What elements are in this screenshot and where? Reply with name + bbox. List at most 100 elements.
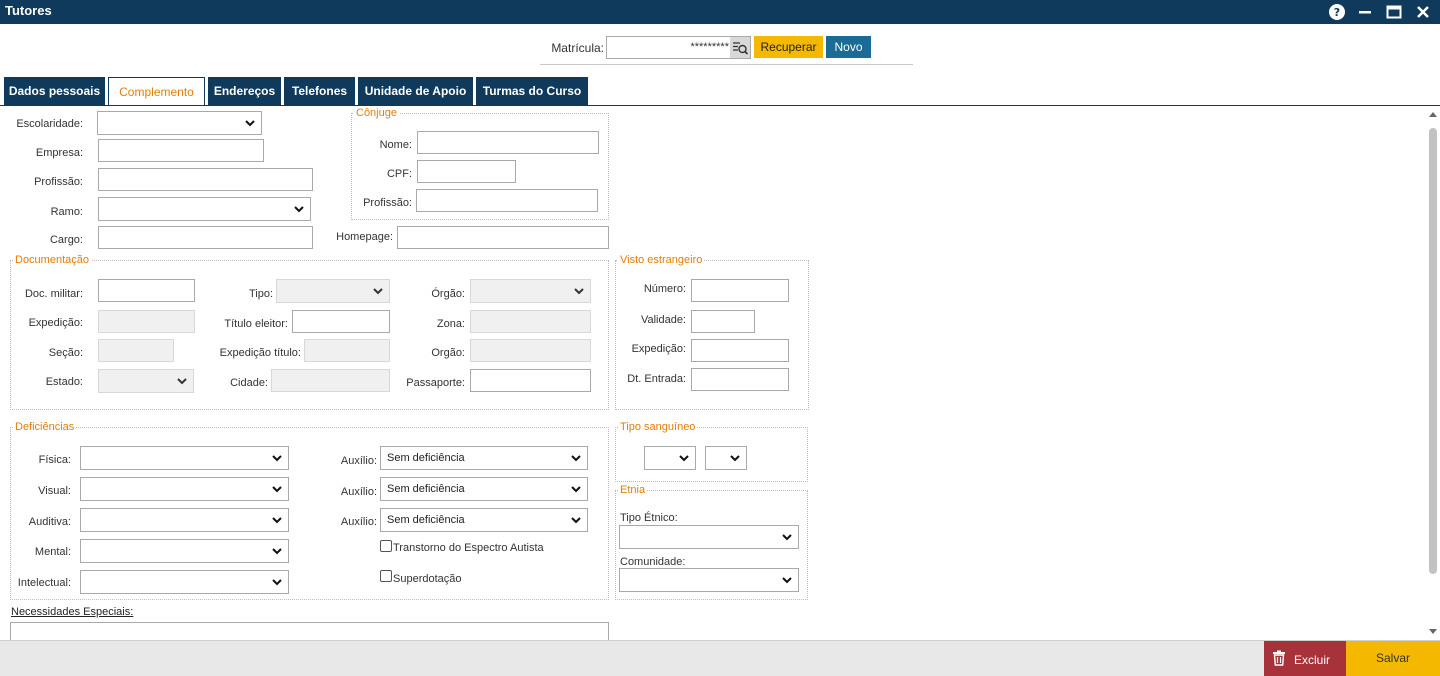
zona-label: Zona: [436,318,465,330]
visto-numero-label: Número: [643,283,686,295]
visto-validade-label: Validade: [640,314,686,326]
tab-enderecos[interactable]: Endereços [208,77,281,106]
scroll-up-icon[interactable] [1426,108,1440,122]
visto-legend: Visto estrangeiro [618,254,705,266]
comunidade-select[interactable] [619,568,799,592]
estado-select[interactable] [98,369,194,393]
tab-dados-pessoais[interactable]: Dados pessoais [4,77,105,106]
homepage-label: Homepage: [336,231,393,243]
matricula-input[interactable]: ********* [606,36,751,59]
conjuge-legend: Cônjuge [354,107,399,119]
auxilio-fisica-value: Sem deficiência [387,452,465,464]
visto-validade-input[interactable] [691,310,755,333]
minimize-icon[interactable] [1356,3,1374,21]
auditiva-label: Auditiva: [28,516,71,528]
search-list-icon[interactable] [730,37,750,58]
help-icon[interactable]: ? [1328,3,1346,21]
mental-select[interactable] [80,539,289,563]
conjuge-profissao-label: Profissão: [363,197,412,209]
maximize-icon[interactable] [1385,3,1403,21]
visto-dt-entrada-label: Dt. Entrada: [627,373,686,385]
visual-label: Visual: [38,485,71,497]
tab-turmas-do-curso[interactable]: Turmas do Curso [476,77,588,106]
excluir-button[interactable]: Excluir [1264,641,1346,676]
chevron-down-icon [294,206,304,213]
chevron-down-icon [272,517,282,524]
orgao2-input[interactable] [470,339,591,362]
titulo-eleitor-input[interactable] [292,310,390,333]
ramo-label: Ramo: [50,206,83,218]
recuperar-button[interactable]: Recuperar [754,36,823,58]
auxilio-visual-label: Auxílio: [340,486,377,498]
tab-telefones[interactable]: Telefones [284,77,355,106]
zona-input[interactable] [470,310,591,333]
chevron-down-icon [373,288,383,295]
passaporte-input[interactable] [470,369,591,392]
scrollbar-thumb[interactable] [1429,128,1437,574]
auxilio-auditiva-select[interactable]: Sem deficiência [380,508,588,532]
chevron-down-icon [272,548,282,555]
tea-checkbox[interactable] [380,540,392,552]
excluir-label: Excluir [1294,653,1331,667]
expedicao-input[interactable] [98,310,195,333]
auditiva-select[interactable] [80,508,289,532]
tab-unidade-de-apoio[interactable]: Unidade de Apoio [358,77,473,106]
visto-expedicao-input[interactable] [691,339,789,362]
conjuge-cpf-input[interactable] [417,160,516,183]
tabs-underline [0,105,1440,106]
superdotacao-label: Superdotação [393,573,462,585]
mental-label: Mental: [34,546,71,558]
secao-label: Seção: [48,347,83,359]
intelectual-select[interactable] [80,570,289,594]
expedicao-label: Expedição: [28,317,83,329]
close-icon[interactable] [1414,3,1432,21]
superdotacao-checkbox[interactable] [380,570,392,582]
visual-select[interactable] [80,477,289,501]
chevron-down-icon [571,455,581,462]
tab-complemento[interactable]: Complemento [108,77,205,106]
cidade-input[interactable] [271,369,390,392]
escolaridade-select[interactable] [97,111,262,135]
visto-dt-entrada-input[interactable] [691,368,789,391]
titulo-eleitor-label: Título eleitor: [224,318,288,330]
cargo-input[interactable] [98,226,313,249]
conjuge-nome-input[interactable] [417,131,599,154]
matricula-value: ********* [690,41,729,53]
tipo-label: Tipo: [248,288,273,300]
ramo-select[interactable] [98,197,311,221]
matricula-label: Matrícula: [551,41,604,55]
tipo-sanguineo-select[interactable] [644,446,696,470]
auxilio-auditiva-value: Sem deficiência [387,514,465,526]
tipo-etnico-select[interactable] [619,525,799,549]
profissao-input[interactable] [98,168,313,191]
auxilio-fisica-label: Auxílio: [340,455,377,467]
auxilio-visual-select[interactable]: Sem deficiência [380,477,588,501]
chevron-down-icon [272,486,282,493]
tipo-etnico-label: Tipo Étnico: [620,512,678,524]
visto-numero-input[interactable] [691,279,789,302]
chevron-down-icon [245,120,255,127]
salvar-button[interactable]: Salvar [1346,641,1440,676]
fator-rh-select[interactable] [705,446,747,470]
fisica-select[interactable] [80,446,289,470]
empresa-input[interactable] [98,139,264,162]
conjuge-profissao-input[interactable] [416,189,598,212]
documentacao-legend: Documentação [13,254,91,266]
homepage-input[interactable] [397,226,609,249]
footer-bar [0,640,1440,676]
tipo-select[interactable] [276,279,390,303]
header-divider [540,64,913,65]
necessidades-label: Necessidades Especiais: [11,606,134,618]
novo-button[interactable]: Novo [826,36,871,58]
tipo-sanguineo-legend: Tipo sanguíneo [618,421,698,433]
scrollbar[interactable] [1426,108,1440,640]
doc-militar-input[interactable] [98,279,195,302]
orgao-select[interactable] [470,279,591,303]
chevron-down-icon [730,455,740,462]
auxilio-fisica-select[interactable]: Sem deficiência [380,446,588,470]
secao-input[interactable] [98,339,174,362]
visto-expedicao-label: Expedição: [631,343,686,355]
estado-label: Estado: [45,376,83,388]
scroll-down-icon[interactable] [1426,624,1440,638]
expedicao-titulo-input[interactable] [304,339,390,362]
